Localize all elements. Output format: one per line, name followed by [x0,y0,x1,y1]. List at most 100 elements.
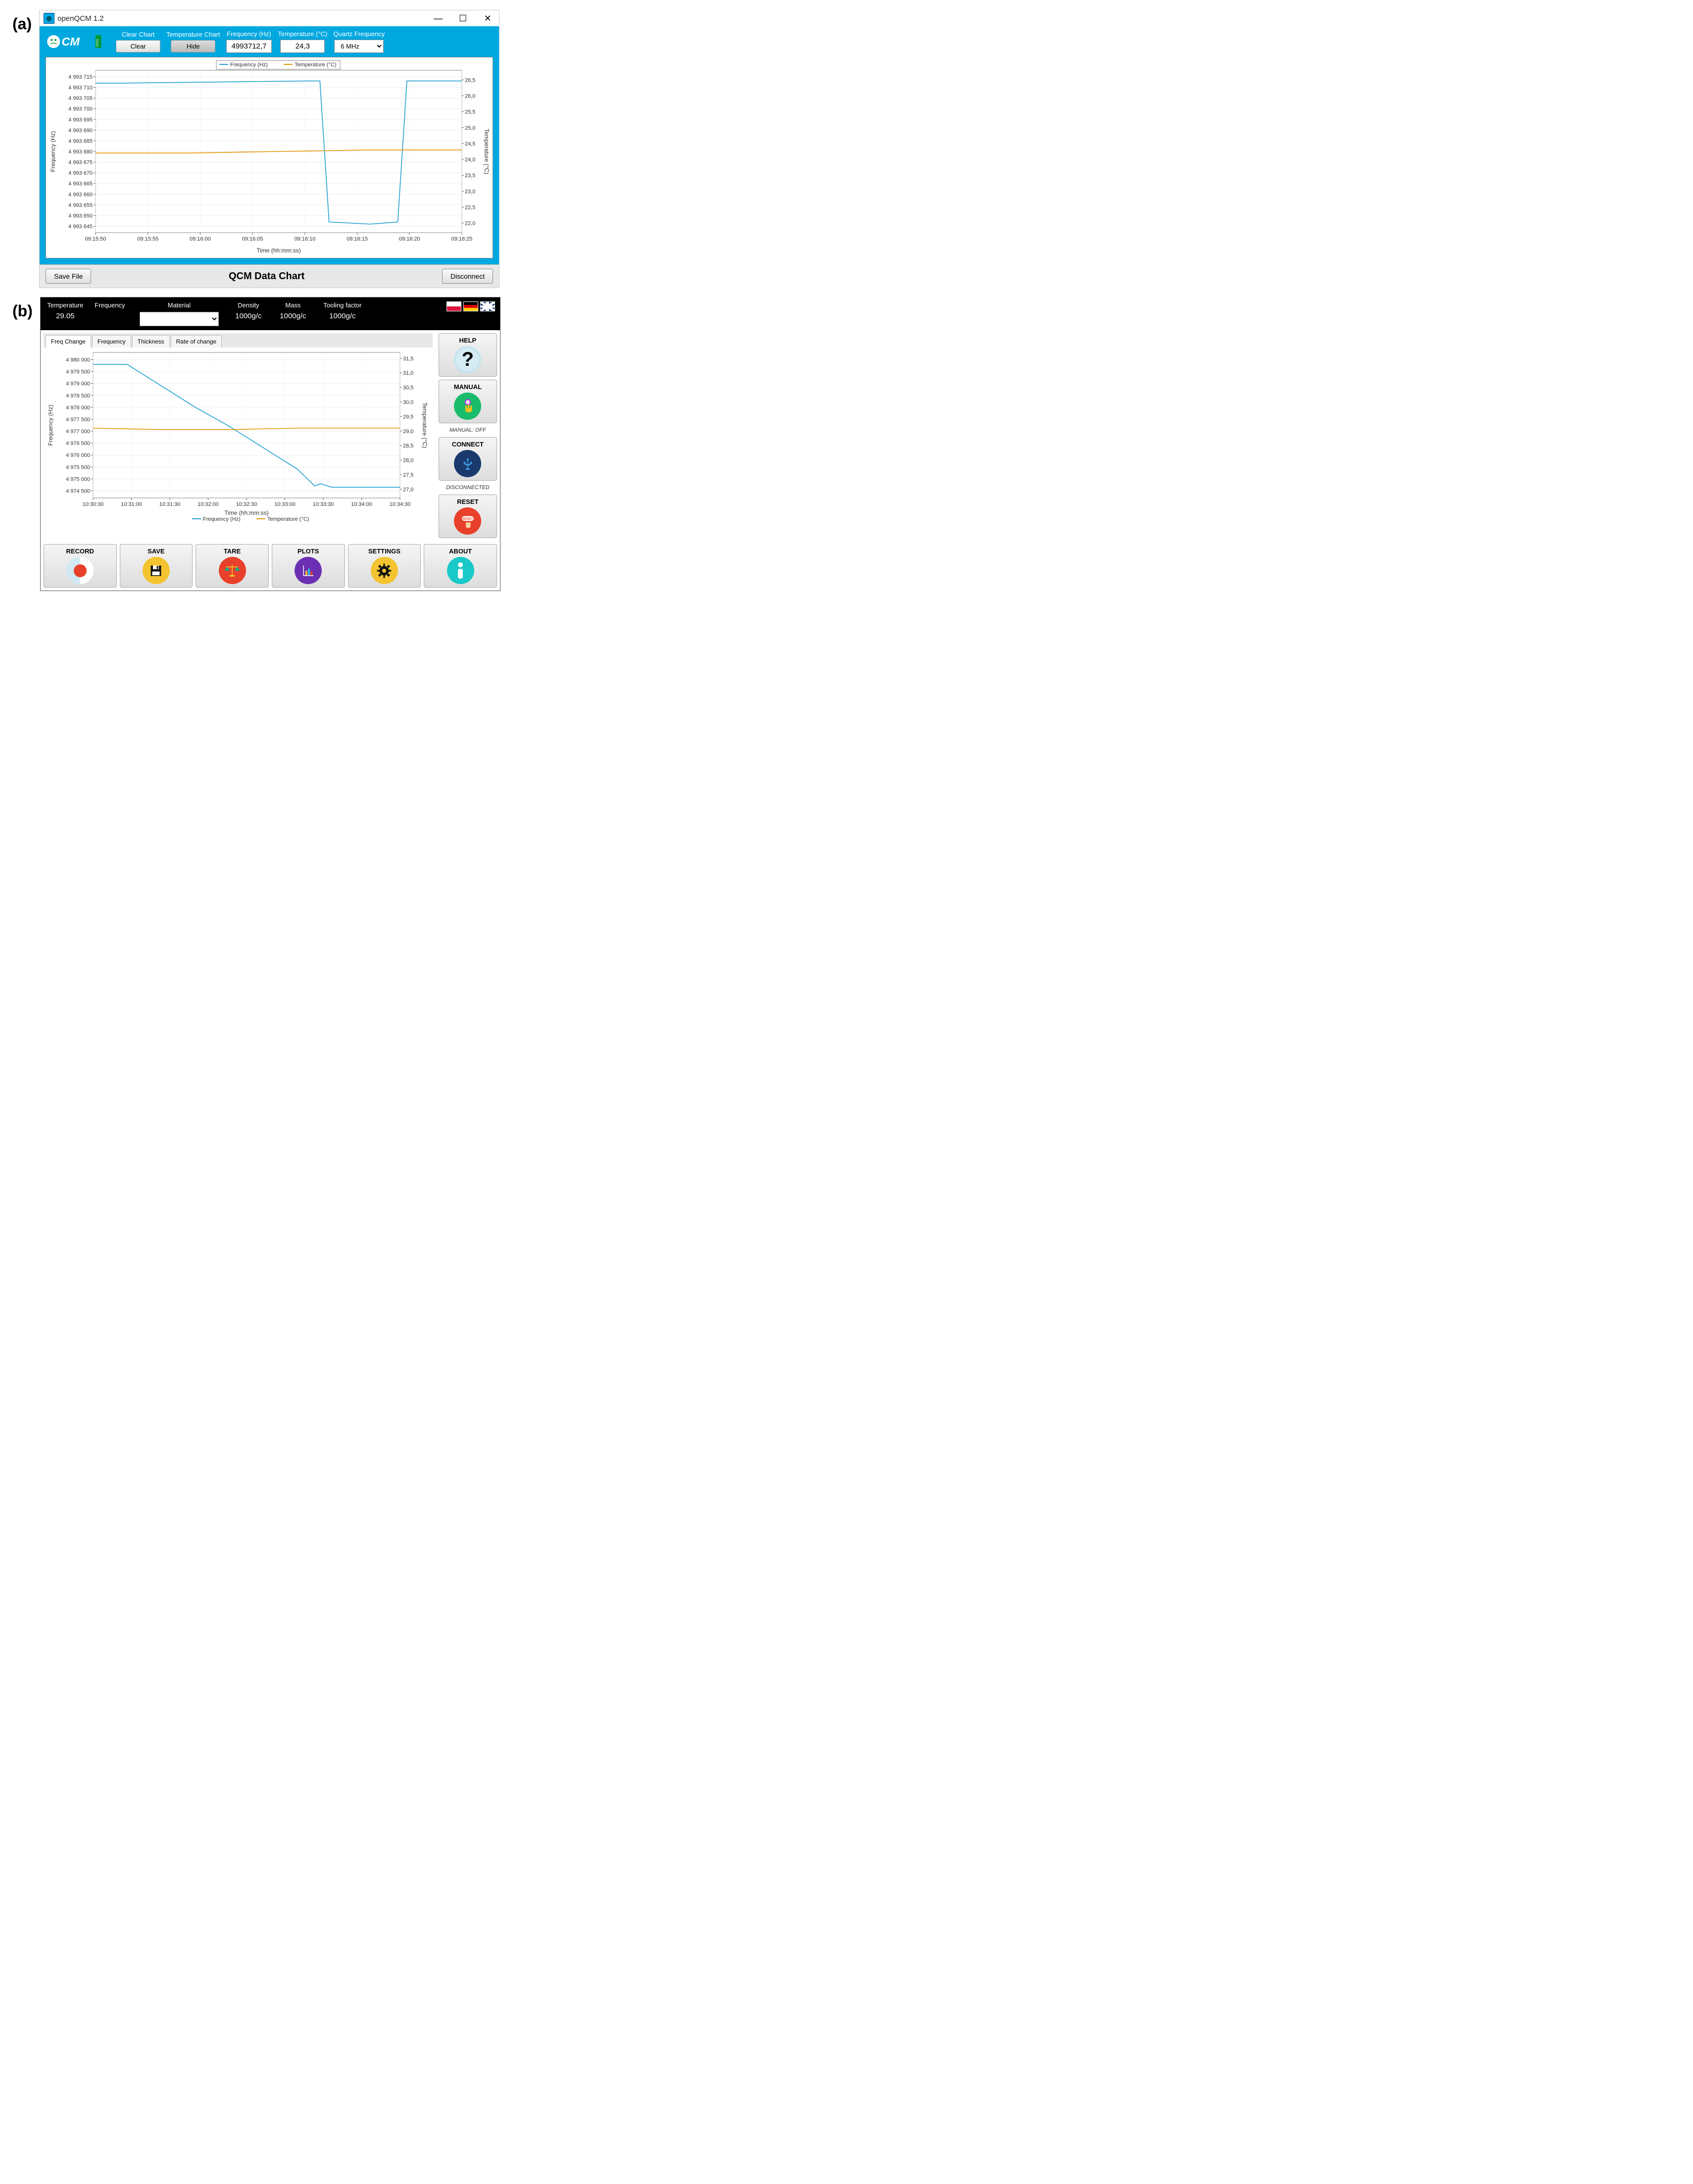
svg-text:24,5: 24,5 [465,141,475,147]
svg-text:Time (hh:mm:ss): Time (hh:mm:ss) [256,247,301,254]
tab-freq-change[interactable]: Freq Change [46,335,91,347]
clear-button[interactable]: Clear [116,40,160,52]
save-file-button[interactable]: Save File [46,269,91,284]
app-logo-small-icon: ◎ [44,13,54,24]
tab-frequency[interactable]: Frequency [92,335,131,347]
settings-button[interactable]: SETTINGS [348,544,421,588]
quartz-select[interactable]: 6 MHz [334,40,384,53]
footer-a: Save File QCM Data Chart Disconnect [40,264,499,288]
svg-text:10:33:00: 10:33:00 [274,501,296,507]
plots-label: PLOTS [298,547,319,555]
svg-text:4 980 000: 4 980 000 [66,357,90,363]
temp-display: 24,3 [280,40,325,53]
panel-a-label: (a) [10,10,34,38]
svg-text:29,5: 29,5 [403,414,413,420]
floppy-icon [143,557,170,584]
mass-value: 1000g/c [280,312,306,322]
minimize-button[interactable]: — [431,13,446,24]
gear-icon [371,557,398,584]
chart-title: QCM Data Chart [91,271,442,282]
svg-text:26,5: 26,5 [465,77,475,83]
help-button[interactable]: HELP ? [439,333,497,377]
titlebar: ◎ openQCM 1.2 — ☐ ✕ [40,10,499,26]
svg-text:09:16:00: 09:16:00 [190,236,211,242]
header-bar-a: CM OPEN Clear Chart Clear Temperature Ch… [40,26,499,57]
help-icon: ? [454,346,481,373]
quartz-label: Quartz Frequency [333,30,385,38]
temp-chart-label: Temperature Chart [166,31,220,38]
flag-uk-button[interactable] [480,301,495,311]
svg-text:31,0: 31,0 [403,370,413,376]
connect-button[interactable]: CONNECT [439,437,497,481]
bar-chart-icon [295,557,322,584]
freq-header-label: Frequency (Hz) [227,30,271,38]
bottom-toolbar: RECORD SAVE TARE PLOTS [41,541,500,591]
reset-button[interactable]: RESET RESET [439,495,497,538]
svg-text:4 993 650: 4 993 650 [68,213,93,219]
svg-text:22,5: 22,5 [465,205,475,211]
panel-b-label: (b) [10,297,35,325]
connect-status: DISCONNECTED [439,484,497,492]
svg-text:10:33:30: 10:33:30 [312,501,334,507]
svg-text:Frequency (Hz): Frequency (Hz) [203,516,241,522]
tare-label: TARE [224,547,241,555]
svg-text:4 993 655: 4 993 655 [68,202,93,208]
svg-text:09:16:05: 09:16:05 [242,236,263,242]
svg-text:4 993 700: 4 993 700 [68,106,93,112]
svg-text:25,5: 25,5 [465,109,475,115]
header-bar-b: Temperature 29.05 Frequency Material Den… [41,298,500,330]
svg-text:4 974 500: 4 974 500 [66,489,90,495]
about-label: ABOUT [449,547,472,555]
chart-tabs: Freq Change Frequency Thickness Rate of … [44,333,433,347]
density-value: 1000g/c [235,312,261,322]
tooling-label: Tooling factor [323,301,361,309]
tab-thickness[interactable]: Thickness [132,335,170,347]
temp-header-label: Temperature (°C) [278,30,327,38]
save-button[interactable]: SAVE [120,544,193,588]
hide-temp-button[interactable]: Hide [171,40,215,52]
record-button[interactable]: RECORD [44,544,117,588]
svg-text:Temperature (°C): Temperature (°C) [421,402,428,448]
svg-text:09:15:50: 09:15:50 [85,236,106,242]
svg-text:22,0: 22,0 [465,221,475,227]
flag-de-button[interactable] [463,301,478,311]
material-select[interactable] [140,312,219,326]
svg-text:09:16:20: 09:16:20 [399,236,420,242]
svg-text:Frequency (Hz): Frequency (Hz) [47,405,54,446]
svg-text:4 976 500: 4 976 500 [66,441,90,447]
svg-text:28,0: 28,0 [403,458,413,464]
svg-text:23,5: 23,5 [465,173,475,179]
about-button[interactable]: ABOUT [424,544,497,588]
svg-text:4 993 715: 4 993 715 [68,74,93,80]
disconnect-button[interactable]: Disconnect [442,269,493,284]
svg-text:4 978 000: 4 978 000 [66,405,90,411]
save-label: SAVE [148,547,164,555]
svg-text:Temperature (°C): Temperature (°C) [483,129,490,174]
svg-text:Frequency (Hz): Frequency (Hz) [50,131,56,172]
close-button[interactable]: ✕ [480,13,495,24]
svg-text:4 993 660: 4 993 660 [68,192,93,198]
svg-text:4 993 685: 4 993 685 [68,138,93,144]
hand-touch-icon [454,393,481,420]
tab-rate-of-change[interactable]: Rate of change [171,335,222,347]
svg-text:4 979 500: 4 979 500 [66,369,90,375]
svg-text:10:32:00: 10:32:00 [198,501,219,507]
freq-b-label: Frequency [95,301,125,309]
tare-button[interactable]: TARE [196,544,269,588]
svg-text:RESET: RESET [462,517,473,520]
maximize-button[interactable]: ☐ [455,13,470,24]
manual-label: MANUAL [454,383,482,391]
reset-icon: RESET [454,507,481,535]
svg-text:4 993 710: 4 993 710 [68,85,93,91]
plots-button[interactable]: PLOTS [272,544,345,588]
settings-label: SETTINGS [368,547,400,555]
svg-text:4 979 000: 4 979 000 [66,381,90,387]
svg-text:4 993 705: 4 993 705 [68,96,93,101]
qcm-logo-icon: CM OPEN [46,31,110,52]
manual-button[interactable]: MANUAL [439,380,497,423]
balance-icon [219,557,246,584]
svg-text:10:30:30: 10:30:30 [82,501,103,507]
flag-pl-button[interactable] [447,301,461,311]
svg-text:27,5: 27,5 [403,472,413,478]
record-label: RECORD [66,547,94,555]
